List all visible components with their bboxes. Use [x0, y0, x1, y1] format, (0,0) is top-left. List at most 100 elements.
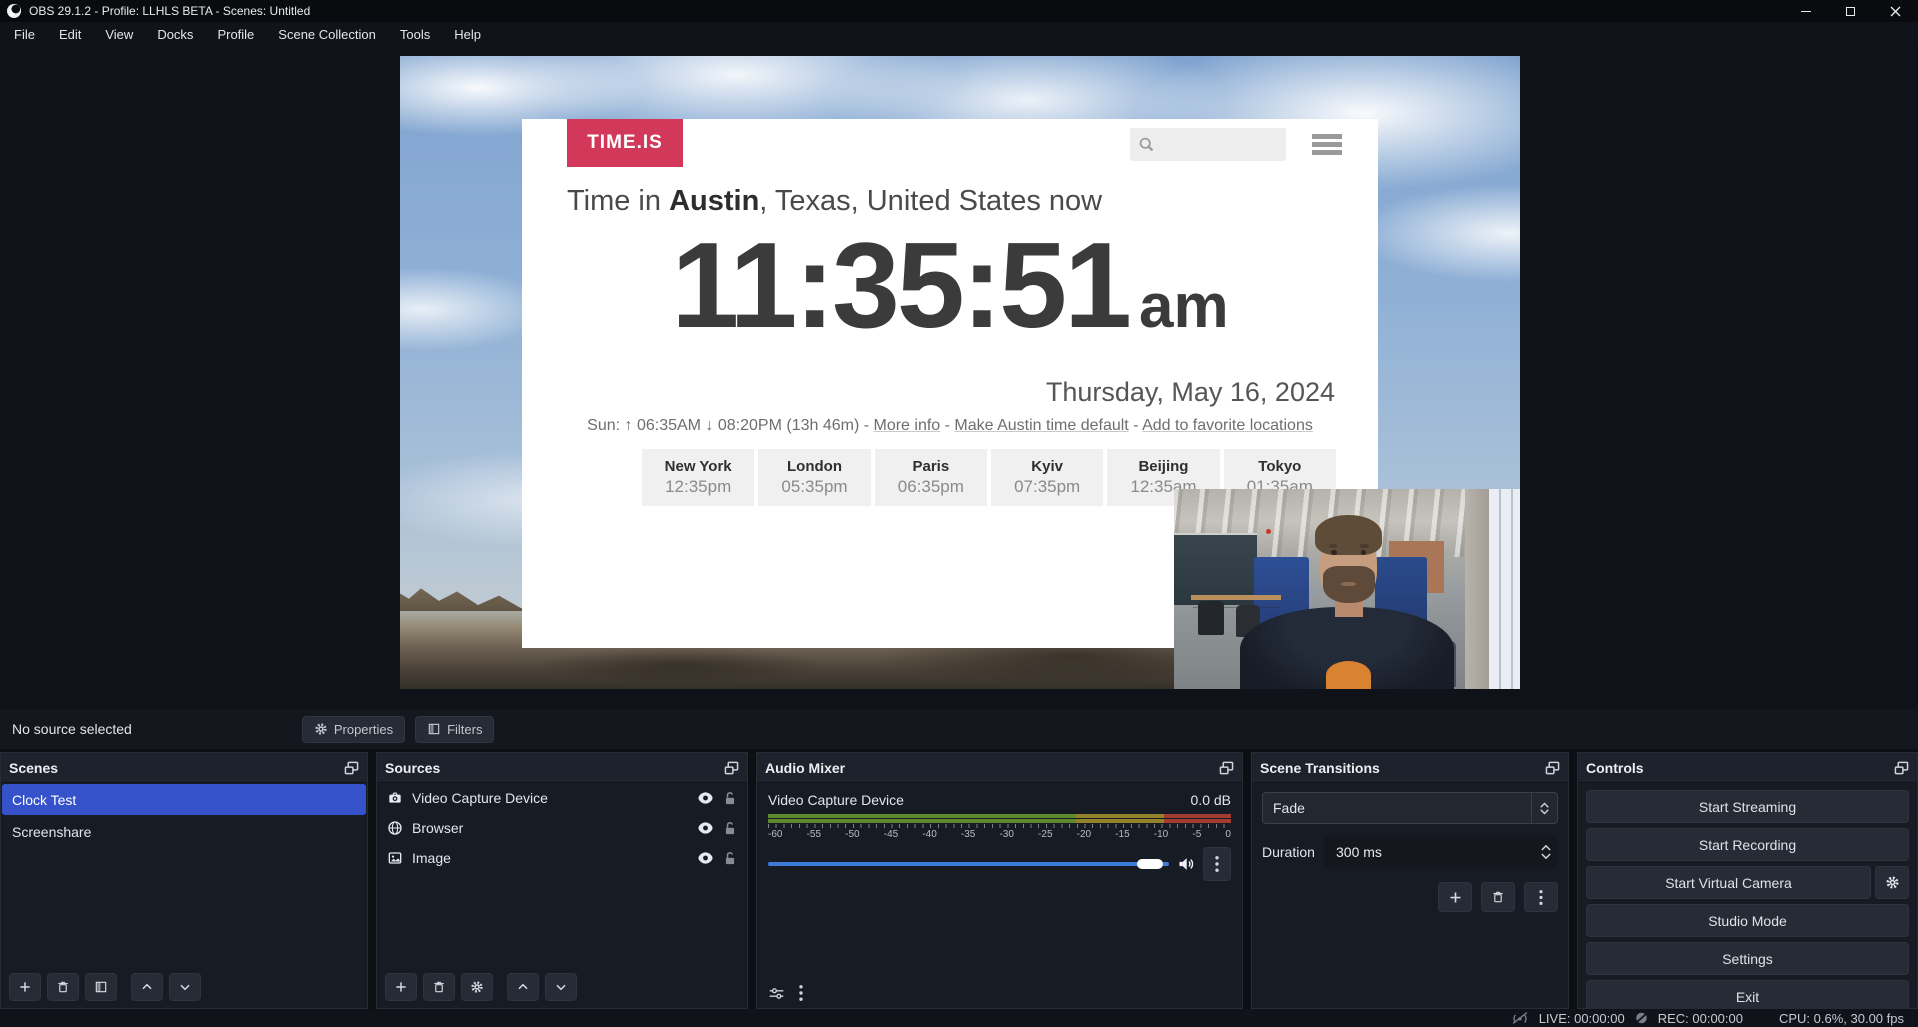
- controls-header[interactable]: Controls: [1578, 753, 1917, 783]
- remove-scene-button[interactable]: [47, 973, 79, 1001]
- timeis-logo[interactable]: TIME.IS: [567, 119, 683, 167]
- menu-tools[interactable]: Tools: [388, 22, 442, 46]
- obs-window: OBS 29.1.2 - Profile: LLHLS BETA - Scene…: [0, 0, 1918, 1027]
- popout-icon[interactable]: [1219, 761, 1234, 775]
- start-virtual-camera-button[interactable]: Start Virtual Camera: [1586, 866, 1871, 899]
- kebab-menu-icon: [1539, 890, 1543, 905]
- close-button[interactable]: [1873, 0, 1918, 22]
- mixer-channel-menu-button[interactable]: [1203, 847, 1231, 881]
- timeis-heading: Time in Austin, Texas, United States now: [567, 185, 1102, 218]
- studio-mode-button[interactable]: Studio Mode: [1586, 904, 1909, 937]
- visibility-eye-icon[interactable]: [697, 791, 714, 805]
- settings-button[interactable]: Settings: [1586, 942, 1909, 975]
- city-tile-new-york[interactable]: New York12:35pm: [642, 449, 754, 506]
- volume-slider[interactable]: [768, 862, 1169, 866]
- lock-icon[interactable]: [723, 851, 737, 866]
- mixer-channel-name: Video Capture Device: [768, 792, 904, 808]
- transition-select-arrows[interactable]: [1531, 793, 1557, 823]
- gear-icon: [314, 722, 328, 736]
- scene-filters-button[interactable]: [85, 973, 117, 1001]
- move-scene-down-button[interactable]: [169, 973, 201, 1001]
- move-source-down-button[interactable]: [545, 973, 577, 1001]
- transition-menu-button[interactable]: [1524, 882, 1558, 912]
- start-recording-button[interactable]: Start Recording: [1586, 828, 1909, 861]
- speaker-icon[interactable]: [1177, 856, 1195, 872]
- scene-transitions-panel: Scene Transitions Fade Duration: [1251, 752, 1569, 1009]
- city-tile-paris[interactable]: Paris06:35pm: [875, 449, 987, 506]
- hamburger-menu-icon[interactable]: [1312, 134, 1342, 155]
- advanced-audio-button[interactable]: [768, 986, 785, 1001]
- transition-select[interactable]: Fade: [1262, 792, 1558, 824]
- person-eyebrow: [1360, 544, 1369, 548]
- audio-mixer-header[interactable]: Audio Mixer: [757, 753, 1242, 783]
- webcam-video-feed: [1174, 489, 1520, 689]
- filters-button[interactable]: Filters: [415, 716, 494, 743]
- city-tile-london[interactable]: London05:35pm: [758, 449, 870, 506]
- visibility-eye-icon[interactable]: [697, 821, 714, 835]
- source-item-video-capture[interactable]: Video Capture Device: [377, 783, 747, 813]
- mixer-menu-button[interactable]: [799, 985, 803, 1001]
- popout-icon[interactable]: [1545, 761, 1560, 775]
- sources-list: Video Capture Device Browser Image: [377, 783, 747, 1008]
- visibility-eye-icon[interactable]: [697, 851, 714, 865]
- minimize-button[interactable]: [1783, 0, 1828, 22]
- duration-spin-arrows[interactable]: [1534, 844, 1558, 860]
- add-transition-button[interactable]: [1438, 882, 1472, 912]
- move-scene-up-button[interactable]: [131, 973, 163, 1001]
- transitions-toolbar: [1262, 882, 1558, 912]
- kebab-menu-icon: [799, 985, 803, 1001]
- scene-item-screenshare[interactable]: Screenshare: [2, 816, 366, 847]
- menu-help[interactable]: Help: [442, 22, 493, 46]
- popout-icon[interactable]: [724, 761, 739, 775]
- gear-icon: [470, 980, 484, 994]
- more-info-link[interactable]: More info: [874, 417, 941, 434]
- scene-item-clock-test[interactable]: Clock Test: [2, 784, 366, 815]
- chevron-up-icon: [1541, 844, 1551, 851]
- program-canvas[interactable]: TIME.IS Time in Austin, Texas, United St…: [400, 56, 1520, 689]
- source-properties-button[interactable]: [461, 973, 493, 1001]
- chevron-down-icon: [1540, 809, 1549, 815]
- popout-icon[interactable]: [344, 761, 359, 775]
- scenes-header[interactable]: Scenes: [1, 753, 367, 783]
- add-scene-button[interactable]: [9, 973, 41, 1001]
- menu-docks[interactable]: Docks: [145, 22, 205, 46]
- chevron-up-icon: [140, 980, 154, 994]
- camera-icon: [387, 790, 403, 806]
- duration-spinbox[interactable]: 300 ms: [1324, 835, 1558, 869]
- city-tile-kyiv[interactable]: Kyiv07:35pm: [991, 449, 1103, 506]
- menu-profile[interactable]: Profile: [205, 22, 266, 46]
- menu-scene-collection[interactable]: Scene Collection: [266, 22, 388, 46]
- menu-file[interactable]: File: [2, 22, 47, 46]
- virtual-camera-settings-button[interactable]: [1875, 866, 1909, 899]
- add-favorite-link[interactable]: Add to favorite locations: [1142, 417, 1313, 434]
- menu-view[interactable]: View: [93, 22, 145, 46]
- make-default-link[interactable]: Make Austin time default: [954, 417, 1128, 434]
- properties-button[interactable]: Properties: [302, 716, 405, 743]
- duration-value: 300 ms: [1324, 844, 1534, 860]
- source-item-image[interactable]: Image: [377, 843, 747, 873]
- add-source-button[interactable]: [385, 973, 417, 1001]
- person-shirt-graphic: [1326, 661, 1371, 689]
- lock-icon[interactable]: [723, 791, 737, 806]
- source-item-browser[interactable]: Browser: [377, 813, 747, 843]
- scene-transitions-header[interactable]: Scene Transitions: [1252, 753, 1568, 783]
- popout-icon[interactable]: [1894, 761, 1909, 775]
- start-streaming-button[interactable]: Start Streaming: [1586, 790, 1909, 823]
- maximize-button[interactable]: [1828, 0, 1873, 22]
- scenes-toolbar: [9, 973, 201, 1001]
- volume-slider-handle[interactable]: [1137, 859, 1163, 869]
- clock-digits: 11:35:51: [671, 217, 1129, 353]
- timeis-search-box[interactable]: [1130, 128, 1286, 161]
- window-title: OBS 29.1.2 - Profile: LLHLS BETA - Scene…: [29, 4, 310, 18]
- filters-icon: [427, 722, 441, 736]
- trash-icon: [1491, 890, 1505, 904]
- remove-source-button[interactable]: [423, 973, 455, 1001]
- sources-header[interactable]: Sources: [377, 753, 747, 783]
- live-time: LIVE: 00:00:00: [1539, 1011, 1625, 1026]
- menu-edit[interactable]: Edit: [47, 22, 93, 46]
- move-source-up-button[interactable]: [507, 973, 539, 1001]
- lock-icon[interactable]: [723, 821, 737, 836]
- chevron-down-icon: [554, 980, 568, 994]
- remove-transition-button[interactable]: [1481, 882, 1515, 912]
- preview-stage: TIME.IS Time in Austin, Texas, United St…: [0, 46, 1918, 709]
